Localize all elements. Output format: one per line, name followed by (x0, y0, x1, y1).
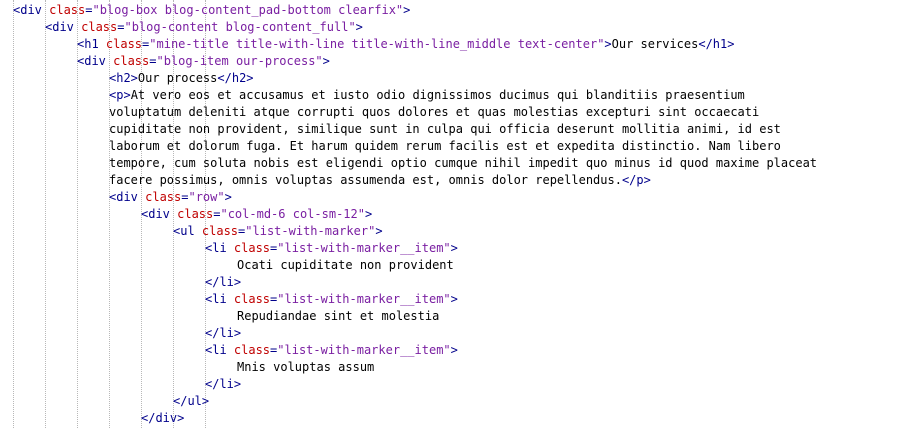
html-tag-token: </h2> (217, 71, 254, 85)
code-line[interactable]: cupiditate non provident, similique sunt… (109, 121, 781, 138)
attribute-name-token: class (177, 207, 214, 221)
indent-guide (45, 0, 46, 428)
code-line[interactable]: <div class="col-md-6 col-sm-12"> (141, 206, 372, 223)
code-line[interactable]: </li> (205, 325, 241, 342)
code-line[interactable]: <div class="row"> (109, 189, 232, 206)
code-line[interactable]: </ul> (173, 393, 209, 410)
attribute-name-token: class (113, 54, 150, 68)
attribute-value-token: "blog-content blog-content_full" (124, 20, 356, 34)
html-tag-token: <div (45, 20, 82, 34)
attribute-value-token: "blog-box blog-content_pad-bottom clearf… (92, 3, 404, 17)
code-line[interactable]: Mnis voluptas assum (237, 359, 374, 376)
html-tag-token: <div (77, 54, 114, 68)
html-tag-token: > (375, 224, 383, 238)
attribute-name-token: class (81, 20, 118, 34)
html-tag-token: <p> (109, 88, 131, 102)
html-tag-token: <h2> (109, 71, 138, 85)
attribute-value-token: "list-with-marker__item" (277, 292, 451, 306)
attribute-value-token: "mine-title title-with-line title-with-l… (149, 37, 605, 51)
code-line[interactable]: </li> (205, 376, 241, 393)
code-line[interactable]: voluptatum deleniti atque corrupti quos … (109, 104, 759, 121)
code-line[interactable]: <div class="blog-content blog-content_fu… (45, 19, 363, 36)
html-tag-token: </li> (205, 326, 242, 340)
code-line[interactable]: <ul class="list-with-marker"> (173, 223, 383, 240)
html-tag-token: > (450, 343, 458, 357)
html-tag-token: <h1 (77, 37, 106, 51)
text-content-token: laborum et dolorum fuga. Et harum quidem… (109, 139, 781, 153)
html-tag-token: </h1> (698, 37, 735, 51)
code-line[interactable]: <li class="list-with-marker__item"> (205, 291, 458, 308)
text-content-token: tempore, cum soluta nobis est eligendi o… (109, 156, 818, 170)
html-tag-token: > (450, 292, 458, 306)
attribute-value-token: "list-with-marker__item" (277, 343, 451, 357)
html-tag-token: > (403, 3, 411, 17)
html-tag-token: > (322, 54, 330, 68)
code-line[interactable]: laborum et dolorum fuga. Et harum quidem… (109, 138, 781, 155)
code-line[interactable]: <li class="list-with-marker__item"> (205, 342, 458, 359)
text-content-token: Repudiandae sint et molestia (237, 309, 440, 323)
code-line[interactable]: <div class="blog-item our-process"> (77, 53, 330, 70)
attribute-value-token: "list-with-marker__item" (277, 241, 451, 255)
text-content-token: Our services (611, 37, 699, 51)
attribute-name-token: class (49, 3, 86, 17)
attribute-value-token: "col-md-6 col-sm-12" (220, 207, 365, 221)
html-tag-token: <div (109, 190, 146, 204)
text-content-token: voluptatum deleniti atque corrupti quos … (109, 105, 760, 119)
html-tag-token: </li> (205, 275, 242, 289)
code-line[interactable]: <p>At vero eos et accusamus et iusto odi… (109, 87, 745, 104)
html-tag-token: > (364, 207, 373, 221)
code-line[interactable]: Ocati cupiditate non provident (237, 257, 454, 274)
code-line[interactable]: <div class="blog-box blog-content_pad-bo… (13, 2, 410, 19)
code-line[interactable]: Repudiandae sint et molestia (237, 308, 439, 325)
attribute-name-token: class (233, 241, 271, 255)
attribute-name-token: class (233, 292, 271, 306)
attribute-value-token: "blog-item our-process" (156, 54, 323, 68)
attribute-value-token: "list-with-marker" (245, 224, 376, 238)
attribute-value-token: "row" (188, 190, 225, 204)
attribute-name-token: class (145, 190, 182, 204)
html-tag-token: <li (205, 241, 234, 255)
html-tag-token: </li> (205, 377, 242, 391)
indent-guide (13, 0, 14, 428)
html-tag-token: <li (205, 343, 234, 357)
code-line[interactable]: </li> (205, 274, 241, 291)
html-tag-token: <div (13, 3, 50, 17)
html-tag-token: > (224, 190, 232, 204)
html-tag-token: </div> (141, 411, 185, 425)
code-line[interactable]: tempore, cum soluta nobis est eligendi o… (109, 155, 817, 172)
code-line[interactable]: <h2>Our process</h2> (109, 70, 254, 87)
html-tag-token: </ul> (173, 394, 210, 408)
attribute-name-token: class (201, 224, 239, 238)
code-line[interactable]: <h1 class="mine-title title-with-line ti… (77, 36, 734, 53)
html-tag-token: > (604, 37, 612, 51)
html-tag-token: </p> (621, 173, 651, 187)
attribute-name-token: class (233, 343, 271, 357)
html-tag-token: > (355, 20, 363, 34)
text-content-token: At vero eos et accusamus et iusto odio d… (130, 88, 745, 102)
text-content-token: facere possimus, omnis voluptas assumend… (109, 173, 622, 187)
text-content-token: Our process (137, 71, 218, 85)
attribute-name-token: class (105, 37, 143, 51)
code-line[interactable]: </div> (141, 410, 184, 427)
html-tag-token: <div (141, 207, 178, 221)
text-content-token: cupiditate non provident, similique sunt… (109, 122, 781, 136)
text-content-token: Mnis voluptas assum (237, 360, 375, 374)
text-content-token: Ocati cupiditate non provident (237, 258, 454, 272)
code-line[interactable]: <li class="list-with-marker__item"> (205, 240, 458, 257)
html-tag-token: > (450, 241, 458, 255)
html-tag-token: <li (205, 292, 234, 306)
html-tag-token: <ul (173, 224, 202, 238)
code-editor[interactable]: <div class="blog-box blog-content_pad-bo… (0, 0, 915, 428)
code-line[interactable]: facere possimus, omnis voluptas assumend… (109, 172, 651, 189)
